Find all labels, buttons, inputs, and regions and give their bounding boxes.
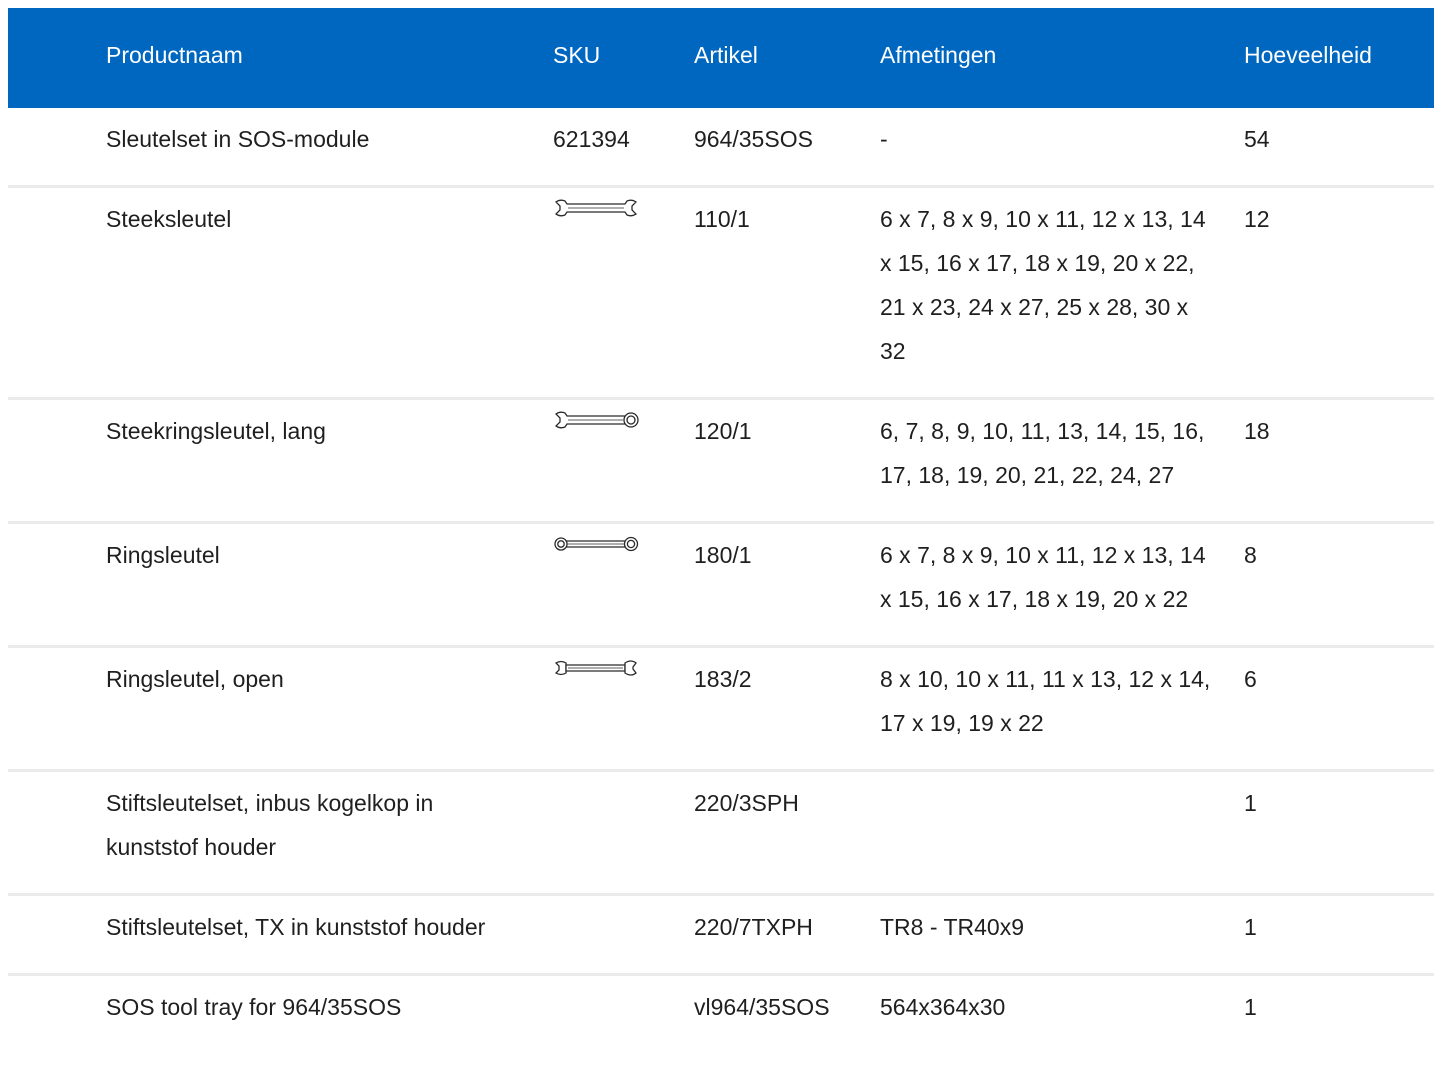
header-hoeveelheid: Hoeveelheid	[1244, 41, 1372, 68]
product-name-cell: Steeksleutel	[106, 186, 553, 400]
combination-wrench-icon	[555, 411, 639, 429]
product-table: Productnaam SKU Artikel Afmetingen Hoeve…	[8, 8, 1434, 1053]
quantity-cell: 8	[1244, 522, 1434, 648]
table-body: Sleutelset in SOS-module 621394 964/35SO…	[8, 108, 1434, 1053]
table-row: Steekringsleutel, lang 120/1 6, 7, 8, 9,…	[8, 398, 1434, 524]
product-name-cell: Ringsleutel, open	[106, 646, 553, 772]
ring-wrench-icon	[554, 536, 639, 552]
article-cell: 220/7TXPH	[694, 894, 880, 976]
dimensions-cell: 8 x 10, 10 x 11, 11 x 13, 12 x 14, 17 x …	[880, 646, 1244, 772]
header-spacer	[8, 8, 106, 108]
table-row: Stiftsleutelset, TX in kunststof houder …	[8, 894, 1434, 976]
table-row: Ringsleutel 180/1 6 x 7, 8 x 9, 10 x 11,…	[8, 522, 1434, 648]
quantity-cell: 18	[1244, 398, 1434, 524]
row-spacer	[8, 975, 106, 1054]
row-spacer	[8, 398, 106, 524]
product-name-cell: Stiftsleutelset, inbus kogelkop in kunst…	[106, 770, 553, 896]
article-cell: 183/2	[694, 646, 880, 772]
open-end-wrench-icon	[555, 199, 637, 217]
dimensions-cell: 6, 7, 8, 9, 10, 11, 13, 14, 15, 16, 17, …	[880, 398, 1244, 524]
table-row: Sleutelset in SOS-module 621394 964/35SO…	[8, 108, 1434, 188]
quantity-cell: 1	[1244, 994, 1257, 1020]
article-cell: 180/1	[694, 522, 880, 648]
dimensions-cell	[880, 770, 1244, 896]
dimensions-cell: 6 x 7, 8 x 9, 10 x 11, 12 x 13, 14 x 15,…	[880, 522, 1244, 648]
quantity-cell: 54	[1244, 108, 1434, 188]
sku-cell	[553, 186, 694, 400]
table-row: Stiftsleutelset, inbus kogelkop in kunst…	[8, 770, 1434, 896]
product-name-cell: Steekringsleutel, lang	[106, 398, 553, 524]
table-row: Steeksleutel 110/1 6 x 7, 8 x 9, 10 x 11…	[8, 186, 1434, 400]
header-sku: SKU	[553, 41, 601, 68]
sku-cell	[553, 522, 694, 648]
header-row: Productnaam SKU Artikel Afmetingen Hoeve…	[8, 8, 1434, 108]
article-cell: vl964/35SOS	[694, 994, 830, 1020]
row-spacer	[8, 186, 106, 400]
header-productnaam: Productnaam	[106, 41, 243, 68]
sku-cell	[553, 770, 694, 896]
quantity-cell: 1	[1244, 894, 1434, 976]
flare-nut-wrench-icon	[554, 660, 637, 676]
sku-cell	[553, 975, 694, 1054]
row-spacer	[8, 646, 106, 772]
product-name-cell: Sleutelset in SOS-module	[106, 108, 553, 188]
article-cell: 110/1	[694, 186, 880, 400]
article-cell: 964/35SOS	[694, 108, 880, 188]
table-row: Ringsleutel, open 183/2 8 x 10, 10 x 11,…	[8, 646, 1434, 772]
quantity-cell: 6	[1244, 646, 1434, 772]
article-cell: 220/3SPH	[694, 770, 880, 896]
sku-cell	[553, 398, 694, 524]
quantity-cell: 12	[1244, 186, 1434, 400]
header-afmetingen: Afmetingen	[880, 41, 997, 68]
sku-cell: 621394	[553, 108, 694, 188]
row-spacer	[8, 522, 106, 648]
row-spacer	[8, 770, 106, 896]
product-name-cell: Stiftsleutelset, TX in kunststof houder	[106, 894, 553, 976]
table-row: SOS tool tray for 964/35SOS vl964/35SOS …	[8, 975, 1434, 1054]
product-name-cell: SOS tool tray for 964/35SOS	[106, 994, 402, 1020]
header-artikel: Artikel	[694, 41, 758, 68]
sku-cell	[553, 646, 694, 772]
row-spacer	[8, 894, 106, 976]
row-spacer	[8, 108, 106, 188]
quantity-cell: 1	[1244, 770, 1434, 896]
article-cell: 120/1	[694, 398, 880, 524]
dimensions-cell: 564x364x30	[880, 994, 1006, 1020]
sku-cell	[553, 894, 694, 976]
product-table-container: Productnaam SKU Artikel Afmetingen Hoeve…	[8, 8, 1434, 1053]
table-header: Productnaam SKU Artikel Afmetingen Hoeve…	[8, 8, 1434, 108]
product-name-cell: Ringsleutel	[106, 522, 553, 648]
dimensions-cell: -	[880, 108, 1244, 188]
dimensions-cell: 6 x 7, 8 x 9, 10 x 11, 12 x 13, 14 x 15,…	[880, 186, 1244, 400]
dimensions-cell: TR8 - TR40x9	[880, 894, 1244, 976]
